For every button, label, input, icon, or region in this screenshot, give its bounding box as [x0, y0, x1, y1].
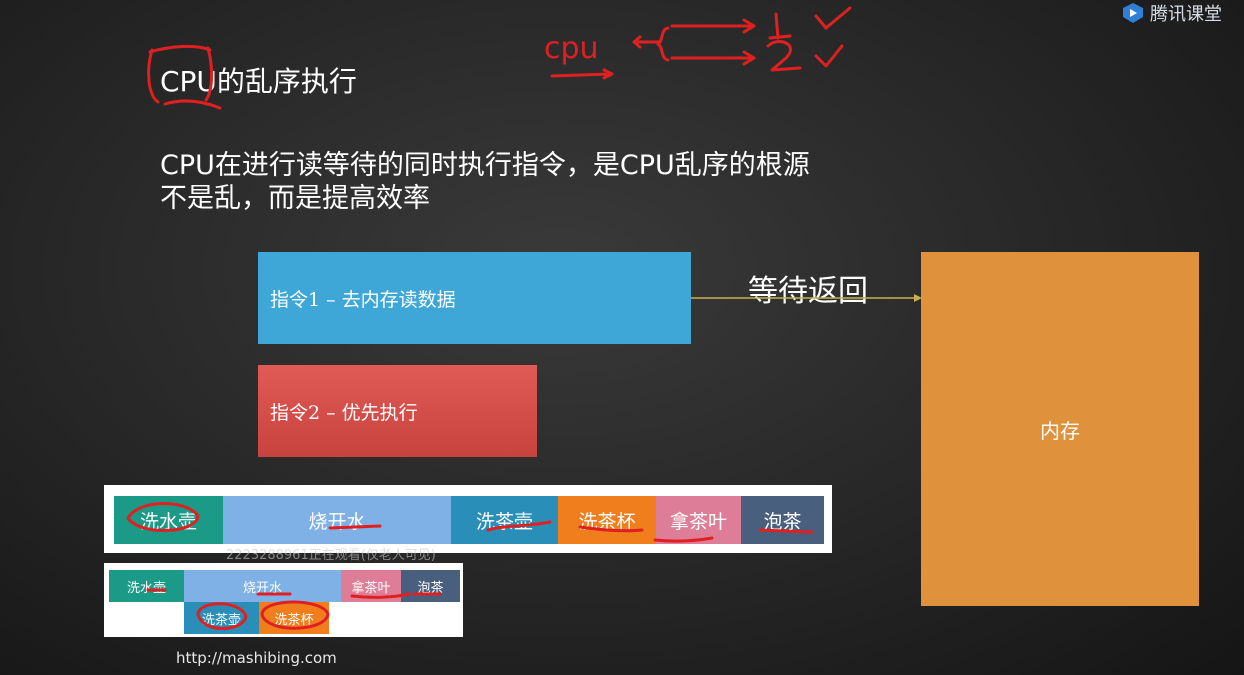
- step-brew-tea: 泡茶: [741, 496, 824, 544]
- play-shield-icon: [1123, 3, 1143, 23]
- slide-title: CPU的乱序执行: [160, 65, 357, 98]
- step-wash-kettle: 洗水壶: [114, 496, 223, 544]
- footer-url: http://mashibing.com: [176, 649, 337, 667]
- step-wash-cups: 洗茶杯: [558, 496, 656, 544]
- viewer-watermark: 2223288961正在观看(仅老人可见): [226, 548, 436, 563]
- instruction-1-label: 指令1 – 去内存读数据: [270, 288, 456, 311]
- brand-logo: 腾讯课堂: [1122, 0, 1222, 26]
- instruction-2-box: 指令2 – 优先执行: [258, 365, 537, 457]
- step-brew-tea: 泡茶: [401, 570, 460, 602]
- slide-subtitle-line2: 不是乱，而是提高效率: [160, 183, 430, 214]
- parallel-tea-panel: 洗水壶 烧开水 拿茶叶 泡茶 洗茶壶 洗茶杯: [104, 563, 463, 637]
- step-wash-kettle: 洗水壶: [109, 570, 184, 602]
- step-get-tea: 拿茶叶: [656, 496, 741, 544]
- step-boil-water: 烧开水: [184, 570, 341, 602]
- instruction-1-box: 指令1 – 去内存读数据: [258, 252, 691, 344]
- sequential-tea-panel: 洗水壶 烧开水 洗茶壶 洗茶杯 拿茶叶 泡茶: [104, 485, 832, 553]
- memory-box: 内存: [921, 252, 1199, 606]
- step-wash-cups: 洗茶杯: [259, 602, 329, 634]
- handwriting-cpu: cpu: [544, 31, 599, 66]
- wait-return-label: 等待返回: [748, 274, 868, 309]
- step-get-tea: 拿茶叶: [341, 570, 401, 602]
- step-wash-teapot: 洗茶壶: [451, 496, 558, 544]
- brand-name: 腾讯课堂: [1150, 4, 1222, 25]
- step-wash-teapot: 洗茶壶: [184, 602, 259, 634]
- memory-label: 内存: [1040, 418, 1080, 443]
- step-boil-water: 烧开水: [223, 496, 451, 544]
- instruction-2-label: 指令2 – 优先执行: [270, 401, 418, 424]
